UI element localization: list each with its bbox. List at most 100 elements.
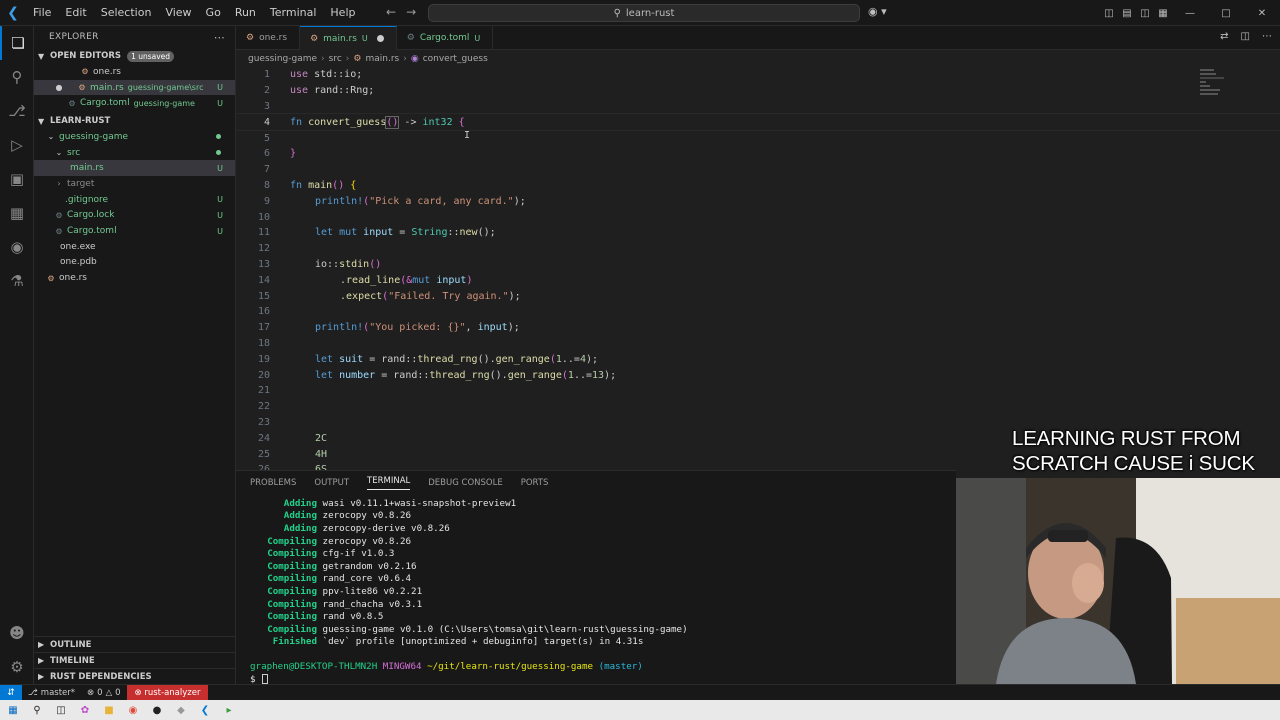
app-icon[interactable]: ◆ xyxy=(174,703,188,717)
back-arrow-icon[interactable]: ← xyxy=(386,5,396,19)
code-line[interactable]: 17 println!("You picked: {}", input); xyxy=(236,320,1280,336)
terminal-app-icon[interactable]: ▸ xyxy=(222,703,236,717)
code-line[interactable]: 22 xyxy=(236,399,1280,415)
menu-terminal[interactable]: Terminal xyxy=(263,0,324,26)
settings-gear-icon[interactable]: ⚙ xyxy=(0,650,34,684)
rust-analyzer-status[interactable]: ⊗ rust-analyzer xyxy=(126,684,209,701)
panel-tab-output[interactable]: OUTPUT xyxy=(314,478,349,488)
task-view-icon[interactable]: ◫ xyxy=(54,703,68,717)
search-view-icon[interactable]: ⚲ xyxy=(0,60,34,94)
panel-tab-terminal[interactable]: TERMINAL xyxy=(367,476,411,490)
breadcrumb-item[interactable]: guessing-game xyxy=(248,54,317,64)
open-editor-item[interactable]: ⚙ Cargo.toml guessing-game U xyxy=(34,95,235,111)
menu-edit[interactable]: Edit xyxy=(58,0,93,26)
tab-main-rs[interactable]: ⚙ main.rs U xyxy=(300,26,397,50)
tree-folder-src[interactable]: ⌄ src xyxy=(34,145,235,161)
code-line[interactable]: 13 io::stdin() xyxy=(236,257,1280,273)
copilot-icon[interactable]: ◉ ▾ xyxy=(868,5,887,18)
breadcrumb-item[interactable]: main.rs xyxy=(365,54,399,64)
explorer-icon[interactable]: ❏ xyxy=(0,26,34,60)
code-line[interactable]: 3 xyxy=(236,99,1280,115)
code-line[interactable]: 2 use rand::Rng; xyxy=(236,83,1280,99)
panel-tab-debug-console[interactable]: DEBUG CONSOLE xyxy=(428,478,502,488)
toggle-secondary-sidebar-icon[interactable]: ◫ xyxy=(1136,8,1154,19)
toggle-panel-icon[interactable]: ▤ xyxy=(1118,8,1136,19)
minimize-icon[interactable]: — xyxy=(1172,8,1208,19)
open-editor-item[interactable]: ⚙ one.rs xyxy=(34,64,235,80)
tree-folder-target[interactable]: › target xyxy=(34,176,235,192)
menu-run[interactable]: Run xyxy=(228,0,263,26)
code-line[interactable]: 8 fn main() { xyxy=(236,178,1280,194)
file-explorer-icon[interactable]: ■ xyxy=(102,703,116,717)
unsaved-dot-icon[interactable]: ● xyxy=(54,83,64,92)
chrome-icon[interactable]: ◉ xyxy=(126,703,140,717)
remote-indicator-icon[interactable]: ⇵ xyxy=(0,684,22,701)
compare-icon[interactable]: ⇄ xyxy=(1220,31,1228,42)
toggle-sidebar-icon[interactable]: ◫ xyxy=(1100,8,1118,19)
split-editor-icon[interactable]: ◫ xyxy=(1241,31,1250,42)
code-line[interactable]: 11 let mut input = String::new(); xyxy=(236,225,1280,241)
code-line[interactable]: 20 let number = rand::thread_rng().gen_ra… xyxy=(236,367,1280,383)
tree-file-main-rs[interactable]: main.rs U xyxy=(34,160,235,177)
more-actions-icon[interactable]: ⋯ xyxy=(1262,31,1272,42)
code-line[interactable]: 15 .expect("Failed. Try again."); xyxy=(236,288,1280,304)
code-line[interactable]: 6} xyxy=(236,146,1280,162)
workspace-section[interactable]: ▼ LEARN-RUST xyxy=(34,113,235,129)
code-line[interactable]: 7 xyxy=(236,162,1280,178)
code-line[interactable]: 21 xyxy=(236,383,1280,399)
testing-icon[interactable]: ⚗ xyxy=(0,264,34,298)
tab-one-rs[interactable]: ⚙ one.rs xyxy=(236,26,301,50)
panel-tab-ports[interactable]: PORTS xyxy=(521,478,549,488)
unsaved-dot-icon[interactable] xyxy=(376,35,384,42)
open-editors-section[interactable]: ▼ OPEN EDITORS 1 unsaved xyxy=(34,48,235,64)
code-line-current[interactable]: 4 fn convert_guess() -> int32 { xyxy=(236,113,1280,132)
tab-cargo-toml[interactable]: ⚙ Cargo.toml U xyxy=(397,26,494,50)
rust-dependencies-section[interactable]: ▶ RUST DEPENDENCIES xyxy=(34,668,236,684)
code-line[interactable]: 5I xyxy=(236,130,1280,146)
git-branch[interactable]: ⎇ master* xyxy=(22,688,81,698)
code-line[interactable]: 19 let suit = rand::thread_rng().gen_rang… xyxy=(236,351,1280,367)
close-window-icon[interactable]: ✕ xyxy=(1244,8,1280,19)
account-icon[interactable]: ☻ xyxy=(0,616,34,650)
run-debug-icon[interactable]: ▷ xyxy=(0,128,34,162)
copilot-app-icon[interactable]: ✿ xyxy=(78,703,92,717)
menu-file[interactable]: File xyxy=(26,0,58,26)
tree-file-cargo-toml[interactable]: ⚙ Cargo.toml U xyxy=(34,223,235,239)
code-line[interactable]: 10 xyxy=(236,209,1280,225)
open-editor-item[interactable]: ● ⚙ main.rs guessing-game\src U xyxy=(34,79,235,96)
forward-arrow-icon[interactable]: → xyxy=(406,5,416,19)
source-control-icon[interactable]: ⎇ xyxy=(0,94,34,128)
panel-tab-problems[interactable]: PROBLEMS xyxy=(250,478,296,488)
outline-section[interactable]: ▶ OUTLINE xyxy=(34,636,236,652)
problems-count[interactable]: ⊗ 0 △ 0 xyxy=(81,688,127,698)
vscode-taskbar-icon[interactable]: ❮ xyxy=(198,703,212,717)
more-actions-icon[interactable]: ⋯ xyxy=(214,31,225,44)
search-icon[interactable]: ⚲ xyxy=(30,703,44,717)
tree-file-cargo-lock[interactable]: ⚙ Cargo.lock U xyxy=(34,208,235,224)
menu-help[interactable]: Help xyxy=(323,0,362,26)
minimap[interactable] xyxy=(1200,69,1240,99)
timeline-section[interactable]: ▶ TIMELINE xyxy=(34,652,236,668)
windows-start-icon[interactable]: ▦ xyxy=(6,703,20,717)
menu-selection[interactable]: Selection xyxy=(94,0,159,26)
github-icon[interactable]: ◉ xyxy=(0,230,34,264)
maximize-icon[interactable]: □ xyxy=(1208,8,1244,19)
command-center-search[interactable]: ⚲ learn-rust xyxy=(428,4,860,22)
tree-file-one-exe[interactable]: one.exe xyxy=(34,239,235,255)
code-editor[interactable]: 1 use std::io; 2 use rand::Rng; 3 4 fn conv… xyxy=(236,67,1280,470)
breadcrumb-item[interactable]: convert_guess xyxy=(423,54,488,64)
code-line[interactable]: 16 xyxy=(236,304,1280,320)
code-line[interactable]: 12 xyxy=(236,241,1280,257)
code-line[interactable]: 9 println!("Pick a card, any card."); xyxy=(236,193,1280,209)
terminal[interactable]: Adding wasi v0.11.1+wasi-snapshot-previe… xyxy=(236,497,956,685)
tree-file-one-rs[interactable]: ⚙ one.rs xyxy=(34,270,235,286)
code-line[interactable]: 14 .read_line(&mut input) xyxy=(236,272,1280,288)
code-line[interactable]: 18 xyxy=(236,336,1280,352)
tree-file-gitignore[interactable]: .gitignore U xyxy=(34,192,235,208)
tree-folder-guessing-game[interactable]: ⌄ guessing-game xyxy=(34,129,235,145)
breadcrumb-item[interactable]: src xyxy=(329,54,342,64)
extensions-icon[interactable]: ▦ xyxy=(0,196,34,230)
menu-go[interactable]: Go xyxy=(199,0,228,26)
obs-icon[interactable]: ● xyxy=(150,703,164,717)
customize-layout-icon[interactable]: ▦ xyxy=(1154,8,1172,19)
